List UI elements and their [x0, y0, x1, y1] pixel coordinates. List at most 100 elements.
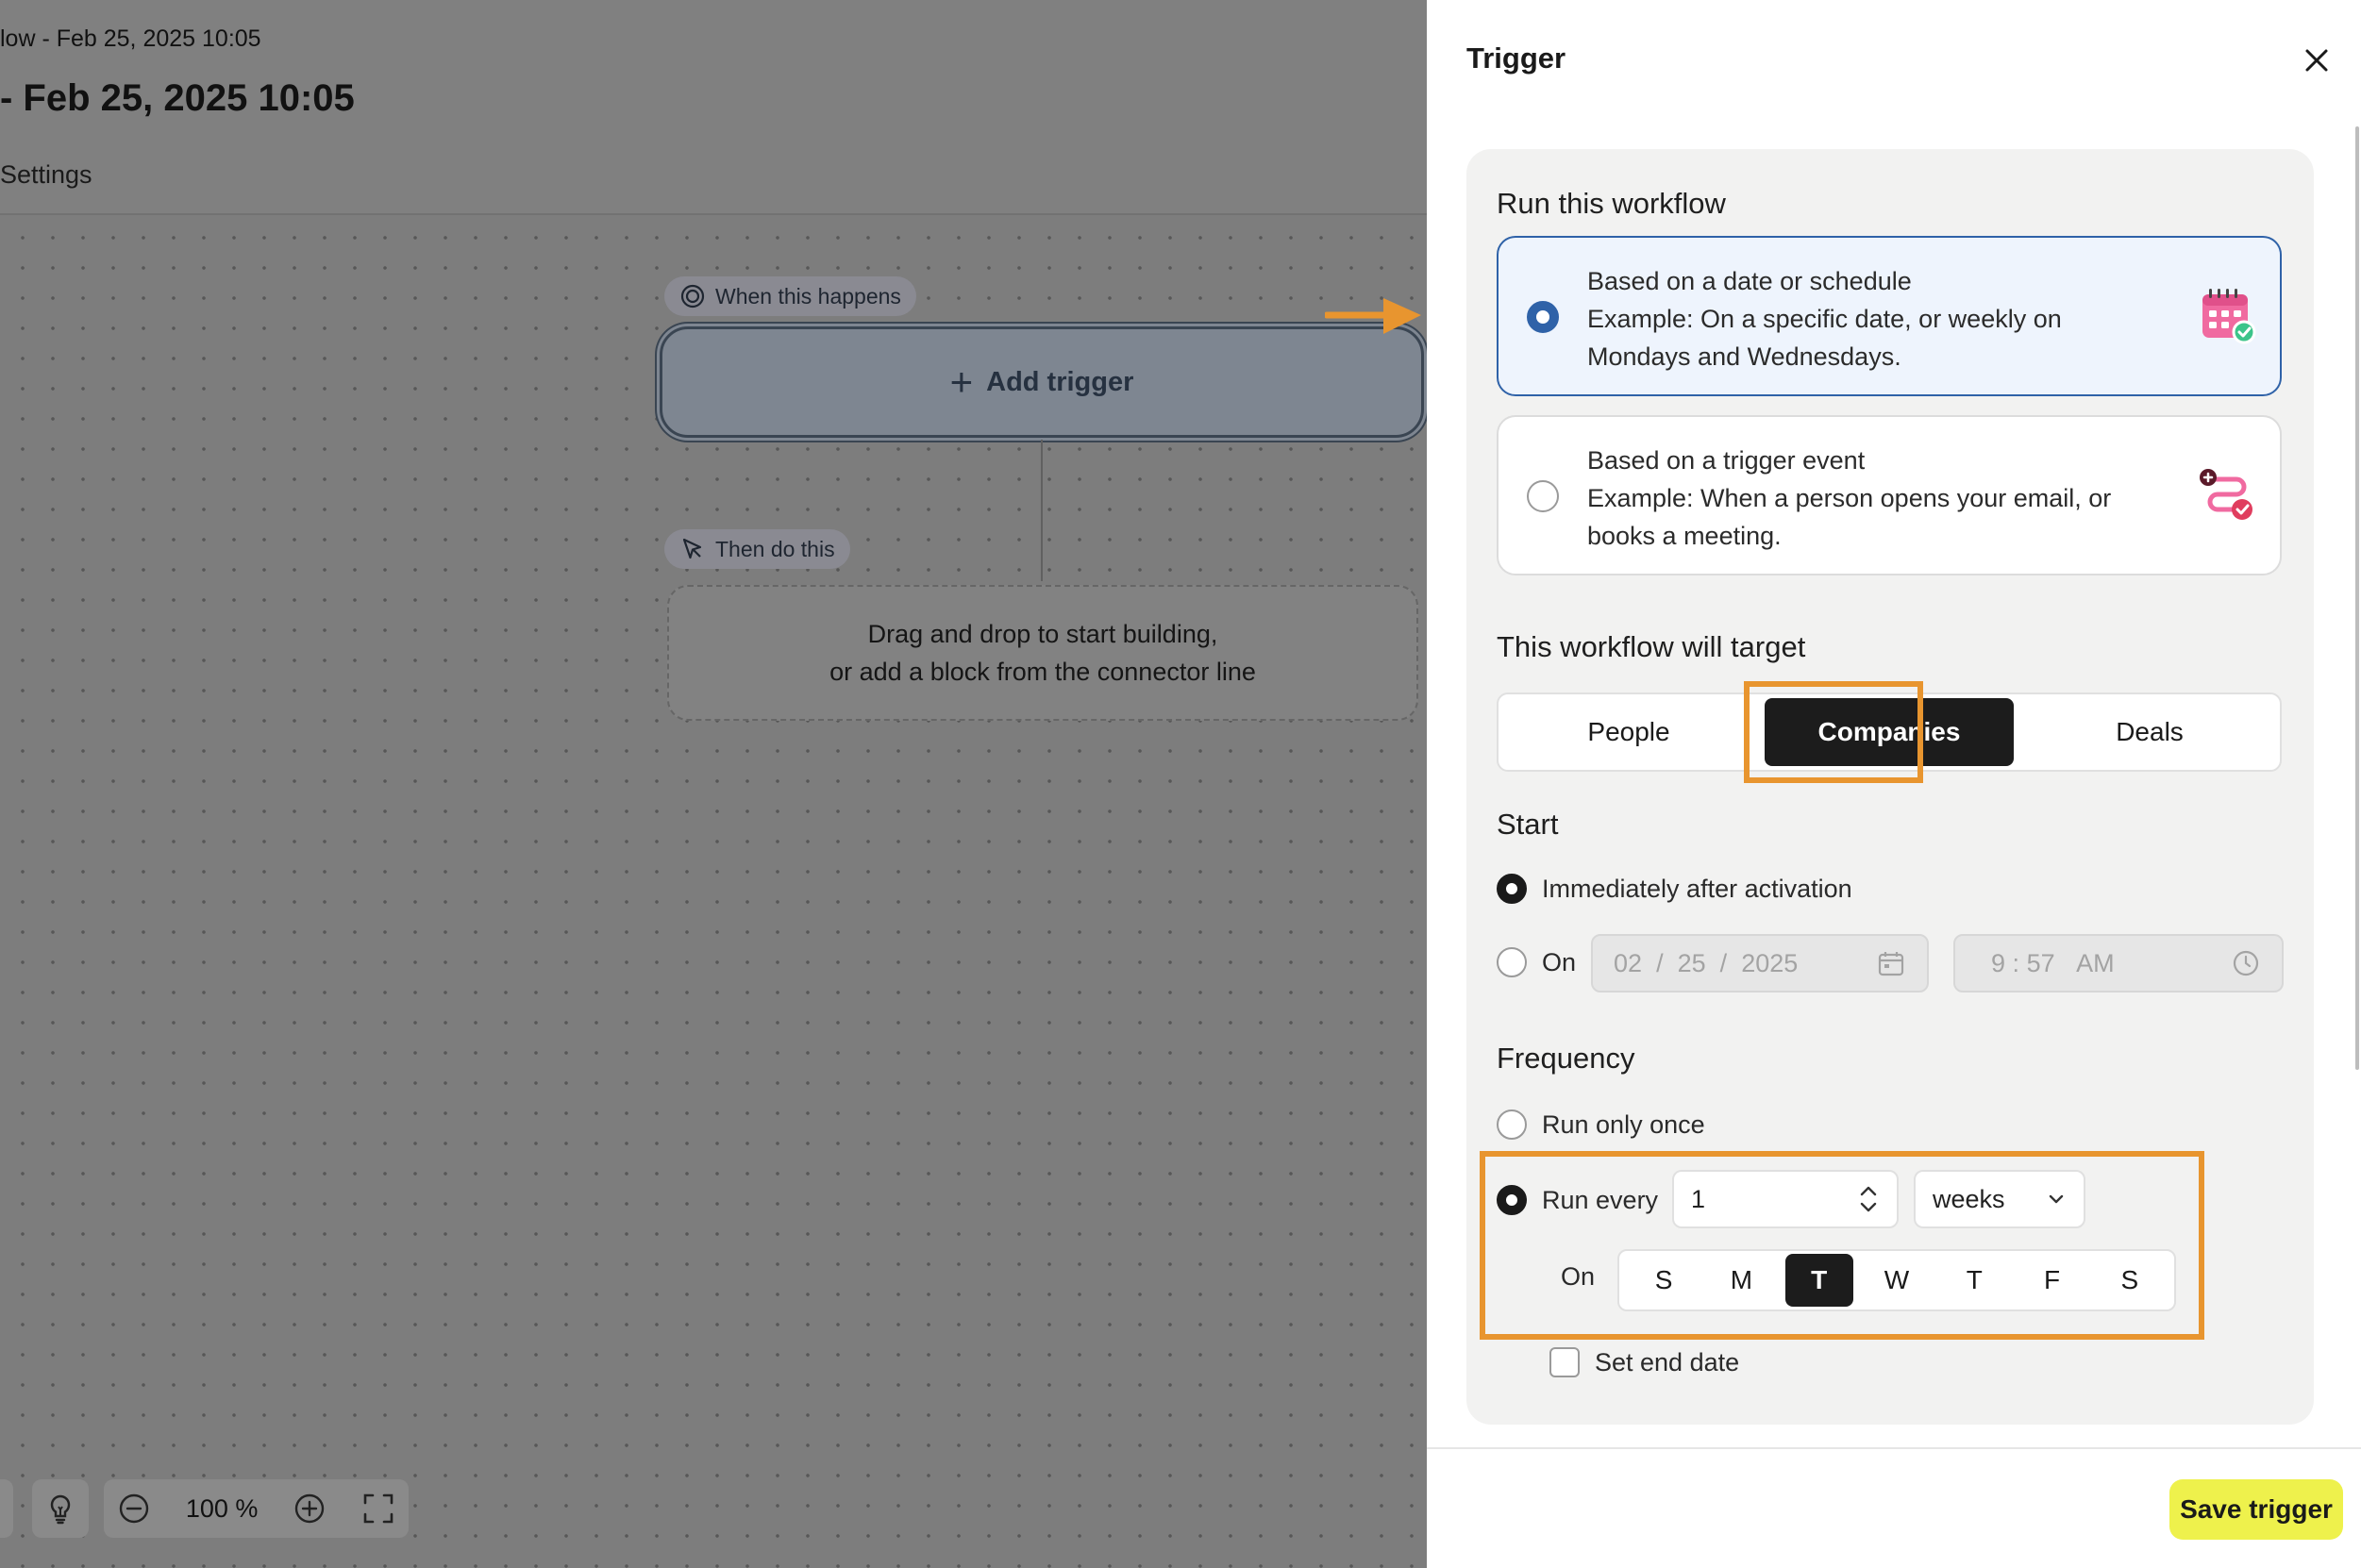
- day-tuesday[interactable]: T: [1784, 1254, 1853, 1307]
- tab-settings[interactable]: Settings: [0, 160, 92, 190]
- connector-line[interactable]: [1041, 440, 1043, 581]
- day-thursday[interactable]: T: [1940, 1254, 2008, 1307]
- drop-zone-line2: or add a block from the connector line: [829, 658, 1256, 686]
- day-selector: S M T W T F S: [1617, 1249, 2176, 1311]
- drop-zone-line1: Drag and drop to start building,: [867, 620, 1218, 648]
- annotation-arrow: [1325, 298, 1421, 334]
- target-companies[interactable]: Companies: [1765, 698, 2014, 766]
- start-time-field[interactable]: 9 : 57 AM: [1953, 934, 2284, 993]
- date-day: 25: [1677, 948, 1706, 977]
- day-friday[interactable]: F: [2018, 1254, 2086, 1307]
- footer-divider: [1427, 1447, 2361, 1449]
- date-month: 02: [1614, 948, 1643, 977]
- run-every-row[interactable]: Run every: [1497, 1185, 1658, 1215]
- time-ampm: AM: [2076, 948, 2115, 977]
- page-title: - Feb 25, 2025 10:05: [0, 77, 355, 119]
- close-button[interactable]: [2298, 42, 2336, 79]
- radio-start-immediately[interactable]: [1497, 874, 1527, 904]
- save-trigger-button[interactable]: Save trigger: [2169, 1479, 2343, 1540]
- chevron-down-icon: [2049, 1194, 2064, 1204]
- on-days-label: On: [1561, 1262, 1596, 1291]
- add-trigger-button[interactable]: + Add trigger: [660, 326, 1424, 438]
- date-separator: /: [1719, 948, 1728, 977]
- start-on-row[interactable]: On: [1497, 947, 1576, 977]
- radio-trigger-event[interactable]: [1527, 480, 1559, 512]
- radio-start-on[interactable]: [1497, 947, 1527, 977]
- radio-date-schedule[interactable]: [1527, 301, 1559, 333]
- then-label-text: Then do this: [715, 536, 835, 561]
- option-title: Based on a trigger event: [1587, 446, 1866, 475]
- when-label-text: When this happens: [715, 283, 901, 309]
- zoom-out-icon[interactable]: [117, 1492, 151, 1526]
- target-selector: People Companies Deals: [1497, 692, 2282, 772]
- interval-unit-value: weeks: [1933, 1184, 2005, 1213]
- zoom-controls: 100 %: [104, 1479, 409, 1538]
- day-wednesday[interactable]: W: [1863, 1254, 1931, 1307]
- time-minute: 57: [2026, 948, 2055, 977]
- option-trigger-event[interactable]: Based on a trigger event Example: When a…: [1497, 415, 2282, 575]
- date-separator: /: [1656, 948, 1664, 977]
- trigger-panel: Trigger Run this workflow Based on a dat…: [1427, 0, 2361, 1568]
- set-end-date-checkbox[interactable]: [1549, 1347, 1580, 1377]
- breadcrumb[interactable]: low - Feb 25, 2025 10:05: [0, 25, 261, 53]
- option-title: Based on a date or schedule: [1587, 267, 1912, 295]
- trigger-settings-card: Run this workflow Based on a date or sch…: [1466, 149, 2314, 1425]
- frequency-section-title: Frequency: [1497, 1042, 1635, 1075]
- time-value: 9 : 57 AM: [1976, 949, 2115, 978]
- option-example-cont: Mondays and Wednesdays.: [1587, 342, 1901, 371]
- start-section-title: Start: [1497, 808, 1559, 841]
- zoom-in-icon[interactable]: [293, 1492, 327, 1526]
- day-monday[interactable]: M: [1707, 1254, 1775, 1307]
- workflow-event-icon: [2200, 469, 2252, 520]
- zoom-level: 100 %: [185, 1493, 259, 1523]
- calendar-picker-icon[interactable]: [1876, 948, 1906, 978]
- toolbar-stub: [0, 1479, 13, 1538]
- add-trigger-label: Add trigger: [986, 366, 1134, 397]
- lightbulb-icon: [50, 1494, 71, 1525]
- day-saturday[interactable]: S: [2096, 1254, 2164, 1307]
- set-end-date-label: Set end date: [1595, 1347, 1740, 1376]
- editor-header: low - Feb 25, 2025 10:05 - Feb 25, 2025 …: [0, 0, 1427, 215]
- target-people[interactable]: People: [1504, 698, 1753, 766]
- set-end-date-row[interactable]: Set end date: [1549, 1347, 1739, 1377]
- run-section-title: Run this workflow: [1497, 187, 1726, 220]
- time-separator: :: [2012, 948, 2020, 977]
- radio-run-every[interactable]: [1497, 1185, 1527, 1215]
- tips-button[interactable]: [32, 1479, 89, 1538]
- start-immediately-row[interactable]: Immediately after activation: [1497, 874, 1852, 904]
- target-icon: [680, 284, 705, 309]
- option-trigger-event-text: Based on a trigger event Example: When a…: [1587, 442, 2172, 555]
- option-example: Example: When a person opens your email,…: [1587, 484, 2112, 512]
- plus-icon: +: [949, 359, 974, 404]
- interval-stepper[interactable]: 1: [1672, 1170, 1899, 1228]
- interval-value: 1: [1691, 1184, 1706, 1213]
- workflow-editor: low - Feb 25, 2025 10:05 - Feb 25, 2025 …: [0, 0, 1427, 1568]
- run-once-label: Run only once: [1542, 1109, 1705, 1139]
- cursor-icon: [682, 538, 702, 559]
- scrollbar[interactable]: [2355, 126, 2359, 1070]
- stepper-arrows-icon[interactable]: [1857, 1180, 1880, 1218]
- option-example: Example: On a specific date, or weekly o…: [1587, 305, 2062, 333]
- interval-unit-select[interactable]: weeks: [1914, 1170, 2085, 1228]
- run-every-label: Run every: [1542, 1185, 1659, 1214]
- panel-title: Trigger: [1466, 42, 1566, 75]
- radio-run-once[interactable]: [1497, 1109, 1527, 1140]
- run-once-row[interactable]: Run only once: [1497, 1109, 1705, 1140]
- clock-icon[interactable]: [2231, 948, 2261, 978]
- option-date-schedule-text: Based on a date or schedule Example: On …: [1587, 262, 2172, 375]
- time-hour: 9: [1991, 948, 2006, 977]
- start-date-field[interactable]: 02 / 25 / 2025: [1591, 934, 1929, 993]
- drop-zone[interactable]: Drag and drop to start building, or add …: [667, 585, 1418, 721]
- fit-screen-icon[interactable]: [361, 1492, 395, 1526]
- date-year: 2025: [1741, 948, 1799, 977]
- calendar-icon: [2202, 289, 2256, 344]
- target-deals[interactable]: Deals: [2025, 698, 2274, 766]
- target-section-title: This workflow will target: [1497, 630, 1806, 663]
- then-do-this-label: Then do this: [664, 529, 850, 569]
- when-this-happens-label: When this happens: [664, 276, 916, 316]
- option-date-schedule[interactable]: Based on a date or schedule Example: On …: [1497, 236, 2282, 396]
- day-sunday[interactable]: S: [1630, 1254, 1698, 1307]
- option-example-cont: books a meeting.: [1587, 522, 1782, 550]
- date-value: 02 / 25 / 2025: [1614, 949, 1798, 978]
- start-immediately-label: Immediately after activation: [1542, 874, 1852, 903]
